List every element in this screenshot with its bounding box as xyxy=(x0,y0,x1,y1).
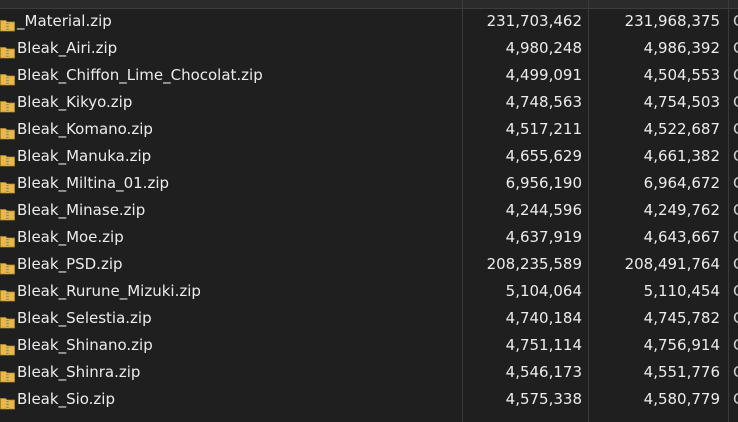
zip-folder-icon xyxy=(0,122,15,140)
file-extra-column: C xyxy=(733,251,738,278)
file-size: 208,235,589 xyxy=(486,255,582,273)
zip-folder-icon xyxy=(0,176,15,194)
zip-folder-icon xyxy=(0,230,15,248)
file-size: 231,703,462 xyxy=(486,12,582,30)
file-extra-column: C xyxy=(733,386,738,413)
file-packed-size: 4,504,553 xyxy=(643,66,720,84)
file-row[interactable]: Bleak_Shinano.zip 4,751,114 4,756,914 C xyxy=(0,332,738,359)
file-size: 5,104,064 xyxy=(505,282,582,300)
file-packed-size: 4,551,776 xyxy=(643,363,720,381)
file-row[interactable]: Bleak_Airi.zip 4,980,248 4,986,392 C xyxy=(0,35,738,62)
file-extra-column: C xyxy=(733,89,738,116)
file-extra-column: C xyxy=(733,35,738,62)
file-packed-size: 4,580,779 xyxy=(643,390,720,408)
file-row[interactable]: Bleak_Miltina_01.zip 6,956,190 6,964,672… xyxy=(0,170,738,197)
file-packed-size: 4,745,782 xyxy=(643,309,720,327)
zip-folder-icon xyxy=(0,365,15,383)
file-packed-size: 4,522,687 xyxy=(643,120,720,138)
file-packed-size: 4,986,392 xyxy=(643,39,720,57)
zip-folder-icon xyxy=(0,311,15,329)
file-packed-size: 4,661,382 xyxy=(643,147,720,165)
file-row[interactable]: Bleak_Selestia.zip 4,740,184 4,745,782 C xyxy=(0,305,738,332)
file-packed-size: 208,491,764 xyxy=(624,255,720,273)
file-packed-size: 5,110,454 xyxy=(643,282,720,300)
file-name: Bleak_Rurune_Mizuki.zip xyxy=(17,282,201,300)
file-name: Bleak_Minase.zip xyxy=(17,201,146,219)
file-name: Bleak_Manuka.zip xyxy=(17,147,152,165)
file-name: Bleak_Sio.zip xyxy=(17,390,115,408)
file-name: Bleak_Shinano.zip xyxy=(17,336,153,354)
file-extra-column: C xyxy=(733,332,738,359)
file-row[interactable]: Bleak_Moe.zip 4,637,919 4,643,667 C xyxy=(0,224,738,251)
file-name: Bleak_Miltina_01.zip xyxy=(17,174,170,192)
file-size: 4,751,114 xyxy=(505,336,582,354)
file-row[interactable]: _Material.zip 231,703,462 231,968,375 C xyxy=(0,8,738,35)
file-row[interactable]: Bleak_Kikyo.zip 4,748,563 4,754,503 C xyxy=(0,89,738,116)
file-name: Bleak_PSD.zip xyxy=(17,255,123,273)
file-packed-size: 4,754,503 xyxy=(643,93,720,111)
zip-folder-icon xyxy=(0,257,15,275)
zip-folder-icon xyxy=(0,392,15,410)
zip-folder-icon xyxy=(0,95,15,113)
file-list-pane: _Material.zip 231,703,462 231,968,375 C … xyxy=(0,0,738,422)
file-name: _Material.zip xyxy=(17,12,112,30)
file-name: Bleak_Chiffon_Lime_Chocolat.zip xyxy=(17,66,263,84)
zip-folder-icon xyxy=(0,203,15,221)
file-row[interactable]: Bleak_Shinra.zip 4,546,173 4,551,776 C xyxy=(0,359,738,386)
file-extra-column: C xyxy=(733,8,738,35)
file-extra-column: C xyxy=(733,116,738,143)
file-name: Bleak_Selestia.zip xyxy=(17,309,152,327)
file-row[interactable]: Bleak_Rurune_Mizuki.zip 5,104,064 5,110,… xyxy=(0,278,738,305)
file-extra-column: C xyxy=(733,224,738,251)
file-packed-size: 6,964,672 xyxy=(643,174,720,192)
file-row[interactable]: Bleak_Sio.zip 4,575,338 4,580,779 C xyxy=(0,386,738,413)
file-row[interactable]: Bleak_Manuka.zip 4,655,629 4,661,382 C xyxy=(0,143,738,170)
file-extra-column: C xyxy=(733,278,738,305)
file-name: Bleak_Kikyo.zip xyxy=(17,93,133,111)
file-packed-size: 4,756,914 xyxy=(643,336,720,354)
zip-folder-icon xyxy=(0,14,15,32)
file-size: 4,244,596 xyxy=(505,201,582,219)
file-packed-size: 231,968,375 xyxy=(624,12,720,30)
zip-folder-icon xyxy=(0,338,15,356)
file-extra-column: C xyxy=(733,305,738,332)
file-name: Bleak_Moe.zip xyxy=(17,228,124,246)
file-row[interactable]: Bleak_Minase.zip 4,244,596 4,249,762 C xyxy=(0,197,738,224)
zip-folder-icon xyxy=(0,68,15,86)
file-packed-size: 4,249,762 xyxy=(643,201,720,219)
zip-folder-icon xyxy=(0,41,15,59)
file-extra-column: C xyxy=(733,170,738,197)
file-name: Bleak_Komano.zip xyxy=(17,120,153,138)
file-rows: _Material.zip 231,703,462 231,968,375 C … xyxy=(0,8,738,413)
file-size: 4,980,248 xyxy=(505,39,582,57)
zip-folder-icon xyxy=(0,149,15,167)
file-name: Bleak_Airi.zip xyxy=(17,39,118,57)
file-size: 4,748,563 xyxy=(505,93,582,111)
file-row[interactable]: Bleak_Chiffon_Lime_Chocolat.zip 4,499,09… xyxy=(0,62,738,89)
file-size: 4,740,184 xyxy=(505,309,582,327)
zip-folder-icon xyxy=(0,284,15,302)
file-extra-column: C xyxy=(733,62,738,89)
file-size: 4,517,211 xyxy=(505,120,582,138)
file-size: 4,546,173 xyxy=(505,363,582,381)
file-extra-column: C xyxy=(733,197,738,224)
file-row[interactable]: Bleak_PSD.zip 208,235,589 208,491,764 C xyxy=(0,251,738,278)
file-size: 4,575,338 xyxy=(505,390,582,408)
file-size: 6,956,190 xyxy=(505,174,582,192)
file-size: 4,655,629 xyxy=(505,147,582,165)
file-size: 4,637,919 xyxy=(505,228,582,246)
file-extra-column: C xyxy=(733,143,738,170)
file-extra-column: C xyxy=(733,359,738,386)
file-size: 4,499,091 xyxy=(505,66,582,84)
file-name: Bleak_Shinra.zip xyxy=(17,363,141,381)
file-row[interactable]: Bleak_Komano.zip 4,517,211 4,522,687 C xyxy=(0,116,738,143)
file-packed-size: 4,643,667 xyxy=(643,228,720,246)
